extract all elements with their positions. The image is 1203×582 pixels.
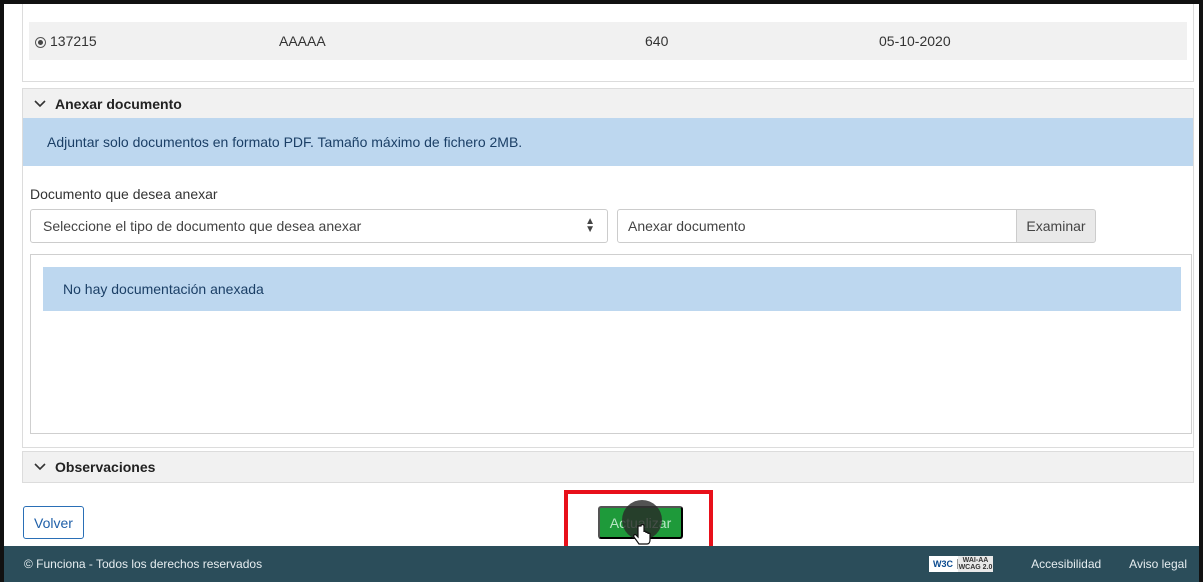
hand-cursor-icon	[633, 524, 651, 545]
pdf-info-alert: Adjuntar solo documentos en formato PDF.…	[23, 118, 1193, 166]
attach-section-title: Anexar documento	[55, 96, 182, 112]
document-type-select-value: Seleccione el tipo de documento que dese…	[43, 218, 362, 234]
observations-section-header[interactable]: Observaciones	[22, 451, 1194, 483]
document-type-label: Documento que desea anexar	[30, 186, 218, 202]
footer-copyright: © Funciona - Todos los derechos reservad…	[24, 557, 263, 571]
browse-button[interactable]: Examinar	[1016, 209, 1096, 243]
footer-links: Accesibilidad Aviso legal	[1003, 546, 1187, 582]
wai-aa-line1: WAI-AA	[962, 557, 989, 564]
attach-section-body: Adjuntar solo documentos en formato PDF.…	[22, 118, 1194, 448]
back-button[interactable]: Volver	[23, 506, 84, 539]
row-id: 137215	[50, 33, 97, 49]
wai-aa-text: WAI-AA WCAG 2.0	[958, 556, 993, 572]
pdf-info-text: Adjuntar solo documentos en formato PDF.…	[47, 134, 523, 150]
row-id-cell[interactable]: 137215	[35, 33, 97, 49]
attached-documents-panel: No hay documentación anexada	[30, 254, 1192, 434]
chevron-down-icon	[34, 100, 46, 108]
table-row[interactable]: 137215 AAAAA 640 05-10-2020	[29, 22, 1187, 60]
accessibility-link[interactable]: Accesibilidad	[1031, 557, 1101, 571]
results-table: 137215 AAAAA 640 05-10-2020	[22, 4, 1194, 82]
row-date: 05-10-2020	[879, 33, 951, 49]
attach-section-header[interactable]: Anexar documento	[22, 88, 1194, 120]
select-arrows-icon: ▲ ▼	[585, 216, 595, 235]
row-radio[interactable]	[35, 36, 46, 48]
wai-aa-line2: WCAG 2.0	[958, 564, 993, 571]
observations-section-title: Observaciones	[55, 459, 156, 475]
file-input[interactable]: Anexar documento	[617, 209, 1017, 243]
w3c-logo-text: W3C	[929, 559, 958, 569]
file-input-placeholder: Anexar documento	[628, 218, 746, 234]
legal-notice-link[interactable]: Aviso legal	[1129, 557, 1187, 571]
row-amount: 640	[645, 33, 669, 49]
w3c-wcag-badge[interactable]: W3C WAI-AA WCAG 2.0	[929, 556, 993, 572]
no-documents-text: No hay documentación anexada	[63, 281, 264, 297]
document-type-select[interactable]: Seleccione el tipo de documento que dese…	[30, 209, 608, 243]
footer: © Funciona - Todos los derechos reservad…	[4, 546, 1199, 582]
no-documents-alert: No hay documentación anexada	[43, 267, 1181, 311]
row-name: AAAAA	[279, 33, 326, 49]
chevron-down-icon	[34, 463, 46, 471]
